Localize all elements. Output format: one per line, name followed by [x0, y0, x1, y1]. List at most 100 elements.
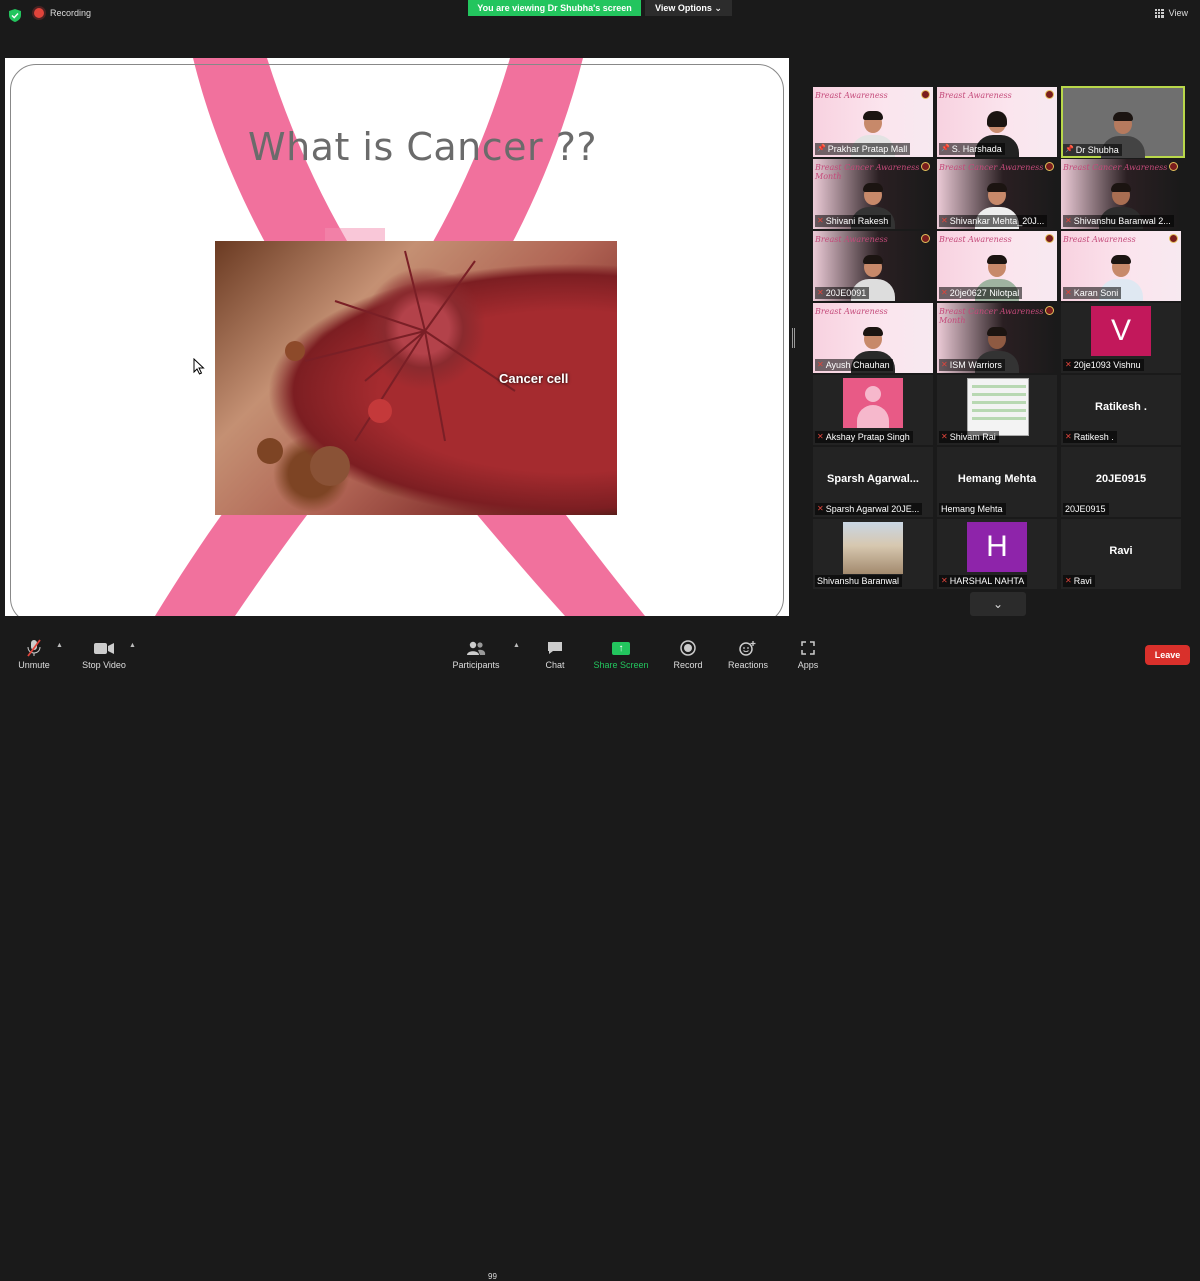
unmute-button[interactable]: Unmute	[14, 638, 54, 670]
participant-tile[interactable]: Breast Cancer Awareness Month ✕ ISM Warri…	[937, 303, 1057, 373]
stop-video-button[interactable]: Stop Video	[78, 638, 130, 670]
participant-name: Ravi	[1073, 576, 1092, 586]
mic-muted-icon: ✕	[817, 288, 824, 297]
video-options-caret-icon[interactable]: ▲	[129, 642, 136, 649]
grid-view-icon	[1154, 8, 1164, 18]
participant-tile[interactable]: Breast Cancer Awareness ✕ Shivankar Mehta…	[937, 159, 1057, 229]
mic-muted-icon: ✕	[1065, 360, 1072, 369]
participant-name: Shivam Rai	[949, 432, 996, 442]
mic-muted-icon: ✕	[817, 216, 824, 225]
participant-tile[interactable]: 20JE0915 20JE0915	[1061, 447, 1181, 517]
security-shield-icon[interactable]	[9, 9, 21, 22]
participant-tile[interactable]: ✕ Akshay Pratap Singh	[813, 375, 933, 445]
apps-button[interactable]: Apps	[792, 638, 824, 670]
participant-name: Shivanshu Baranwal 2...	[1073, 216, 1171, 226]
participants-options-caret-icon[interactable]: ▲	[513, 642, 520, 649]
college-logo-icon	[1045, 234, 1054, 243]
view-options-button[interactable]: View Options ⌄	[645, 0, 732, 16]
participant-tile[interactable]: H ✕ HARSHAL NAHTA	[937, 519, 1057, 589]
participant-name: Shivanshu Baranwal	[817, 576, 900, 586]
participants-icon	[450, 638, 502, 658]
participant-tile[interactable]: Breast Awareness 📌 Prakhar Pratap Mall	[813, 87, 933, 157]
participant-tile[interactable]: Breast Cancer Awareness ✕ Shivanshu Baran…	[1061, 159, 1181, 229]
chat-button[interactable]: Chat	[536, 638, 574, 670]
college-logo-icon	[1045, 306, 1054, 315]
recording-dot-icon	[34, 8, 44, 18]
participants-label: Participants	[452, 660, 500, 670]
participant-center-name: Ravi	[1109, 545, 1133, 557]
participant-name-tag: ✕ HARSHAL NAHTA	[939, 575, 1028, 587]
participant-tile[interactable]: Sparsh Agarwal... ✕ Sparsh Agarwal 20JE..…	[813, 447, 933, 517]
mic-muted-icon: ✕	[1065, 432, 1072, 441]
participant-tile-active-speaker[interactable]: 📌 Dr Shubha	[1061, 86, 1185, 158]
share-screen-label: Share Screen	[593, 660, 649, 670]
record-button[interactable]: Record	[670, 638, 706, 670]
participant-name-tag: Hemang Mehta	[939, 503, 1006, 515]
view-label: View	[1168, 8, 1188, 18]
participant-tile[interactable]: Ravi ✕ Ravi	[1061, 519, 1181, 589]
participant-avatar: H	[967, 522, 1027, 572]
recording-indicator[interactable]: Recording	[34, 8, 91, 18]
participant-name: ISM Warriors	[949, 360, 1002, 370]
video-camera-icon	[78, 638, 130, 658]
mic-muted-icon: ✕	[941, 432, 948, 441]
participant-name: 20JE0915	[1065, 504, 1106, 514]
participant-avatar: V	[1091, 306, 1151, 356]
chevron-down-icon: ⌄	[992, 597, 1004, 611]
participant-name: 20je1093 Vishnu	[1073, 360, 1141, 370]
reactions-button[interactable]: Reactions	[725, 638, 771, 670]
participant-center-name: Sparsh Agarwal...	[827, 473, 919, 485]
panel-resize-handle[interactable]	[792, 328, 795, 348]
participant-name: S. Harshada	[951, 144, 1002, 154]
participants-button[interactable]: Participants	[450, 638, 502, 670]
tile-banner: Breast Cancer Awareness Month	[815, 163, 920, 181]
mic-muted-icon: ✕	[1065, 576, 1072, 585]
participant-name-tag: ✕ Shivanshu Baranwal 2...	[1063, 215, 1174, 227]
participant-tile[interactable]: Breast Awareness 📌 S. Harshada	[937, 87, 1057, 157]
tile-banner: Breast Awareness	[939, 91, 1012, 100]
participant-name-tag: ✕ Akshay Pratap Singh	[815, 431, 913, 443]
mic-muted-icon: ✕	[941, 576, 948, 585]
tile-banner: Breast Cancer Awareness	[1063, 163, 1168, 172]
participant-name-tag: ✕ Ravi	[1063, 575, 1095, 587]
share-screen-button[interactable]: ↑ Share Screen	[591, 638, 651, 670]
participant-tile[interactable]: ✕ Shivam Rai	[937, 375, 1057, 445]
viewing-screen-banner: You are viewing Dr Shubha's screen	[468, 0, 641, 16]
record-icon	[670, 638, 706, 658]
participant-name-tag: ✕ Karan Soni	[1063, 287, 1122, 299]
participant-name-tag: ✕ Ratikesh .	[1063, 431, 1117, 443]
apps-label: Apps	[797, 660, 819, 670]
chat-label: Chat	[545, 660, 565, 670]
participant-name-tag: 📌 Dr Shubha	[1063, 144, 1122, 156]
participant-name: Hemang Mehta	[941, 504, 1003, 514]
participant-name: Akshay Pratap Singh	[825, 432, 910, 442]
participant-tile[interactable]: Ratikesh . ✕ Ratikesh .	[1061, 375, 1181, 445]
tile-banner: Breast Awareness	[939, 235, 1012, 244]
participant-tile[interactable]: Breast Awareness ✕ 20JE0091	[813, 231, 933, 301]
participant-tile[interactable]: Breast Awareness ✕ Ayush Chauhan	[813, 303, 933, 373]
participant-tile[interactable]: Breast Awareness ✕ 20je0627 Nilotpal	[937, 231, 1057, 301]
tile-banner: Breast Awareness	[1063, 235, 1136, 244]
leave-button[interactable]: Leave	[1145, 645, 1190, 665]
audio-options-caret-icon[interactable]: ▲	[56, 642, 63, 649]
top-bar: Recording You are viewing Dr Shubha's sc…	[0, 0, 1200, 30]
tile-banner: Breast Awareness	[815, 307, 888, 316]
gallery-next-page-button[interactable]: ⌄	[970, 592, 1026, 616]
mic-muted-icon: ✕	[817, 360, 824, 369]
participant-tile[interactable]: Breast Cancer Awareness Month ✕ Shivani R…	[813, 159, 933, 229]
college-logo-icon	[921, 162, 930, 171]
participant-tile[interactable]: Hemang Mehta Hemang Mehta	[937, 447, 1057, 517]
mic-muted-icon: ✕	[941, 360, 948, 369]
tile-banner: Breast Awareness	[815, 91, 888, 100]
cancer-cell-caption: Cancer cell	[499, 371, 569, 386]
mic-muted-icon	[14, 638, 54, 658]
stop-video-label: Stop Video	[82, 660, 126, 670]
participant-tile[interactable]: Breast Awareness ✕ Karan Soni	[1061, 231, 1181, 301]
participant-name: Ayush Chauhan	[825, 360, 890, 370]
college-logo-icon	[1045, 90, 1054, 99]
college-logo-icon	[921, 90, 930, 99]
participant-tile[interactable]: V ✕ 20je1093 Vishnu	[1061, 303, 1181, 373]
participant-tile[interactable]: Shivanshu Baranwal	[813, 519, 933, 589]
view-button[interactable]: View	[1154, 8, 1188, 18]
participant-name-tag: ✕ 20je0627 Nilotpal	[939, 287, 1023, 299]
